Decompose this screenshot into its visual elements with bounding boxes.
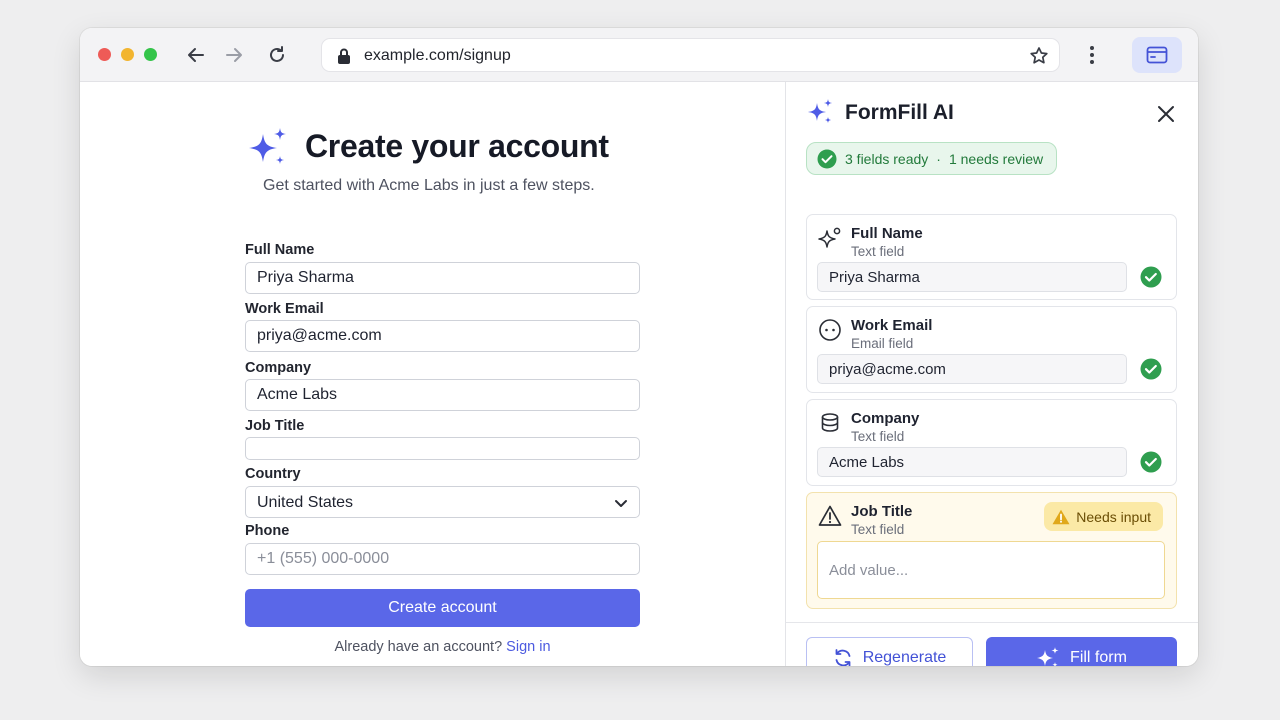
browser-toolbar: example.com/signup	[80, 28, 1198, 82]
window-minimize-button[interactable]	[121, 48, 134, 61]
browser-window: example.com/signup Create your account G…	[80, 28, 1198, 666]
sparkle-icon	[246, 126, 290, 175]
panel-title: FormFill AI	[845, 101, 954, 125]
signin-row: Already have an account? Sign in	[245, 639, 640, 655]
card-field-type: Text field	[851, 244, 904, 259]
company-icon	[818, 411, 842, 435]
field-card-work-email[interactable]: Work Email Email field priya@acme.com	[806, 306, 1177, 393]
refresh-icon	[833, 648, 853, 667]
warning-icon	[1052, 509, 1070, 525]
country-label: Country	[245, 466, 301, 482]
card-field-type: Email field	[851, 336, 913, 351]
full-name-input[interactable]	[245, 262, 640, 294]
signin-link[interactable]: Sign in	[506, 639, 550, 655]
fill-form-label: Fill form	[1070, 649, 1127, 667]
field-card-full-name[interactable]: Full Name Text field Priya Sharma	[806, 214, 1177, 300]
status-ready-text: 3 fields ready	[845, 151, 928, 167]
card-field-type: Text field	[851, 522, 904, 537]
window-close-button[interactable]	[98, 48, 111, 61]
card-suggested-value[interactable]: Acme Labs	[817, 447, 1127, 477]
forward-arrow-icon[interactable]	[222, 43, 246, 67]
work-email-input[interactable]	[245, 320, 640, 352]
email-icon	[818, 318, 842, 342]
card-field-type: Text field	[851, 429, 904, 444]
window-maximize-button[interactable]	[144, 48, 157, 61]
check-circle-icon	[1140, 451, 1162, 473]
full-name-label: Full Name	[245, 242, 314, 258]
phone-label: Phone	[245, 523, 289, 539]
sparkle-icon	[818, 226, 842, 250]
job-title-label: Job Title	[245, 418, 304, 434]
card-field-name: Company	[851, 410, 919, 427]
side-panel-toggle-button[interactable]	[1132, 37, 1182, 73]
field-card-job-title[interactable]: Job Title Text field Needs input	[806, 492, 1177, 609]
needs-input-text: Needs input	[1076, 509, 1151, 525]
work-email-label: Work Email	[245, 301, 324, 317]
regenerate-label: Regenerate	[863, 649, 947, 667]
signin-prompt: Already have an account?	[334, 639, 502, 655]
star-icon[interactable]	[1029, 46, 1049, 71]
needs-input-badge: Needs input	[1044, 502, 1163, 531]
status-review-text: 1 needs review	[949, 151, 1043, 167]
company-input[interactable]	[245, 379, 640, 411]
warning-icon	[818, 504, 842, 528]
url-text[interactable]: example.com/signup	[364, 47, 511, 65]
status-separator: ·	[936, 151, 941, 167]
footer-divider	[786, 622, 1198, 623]
create-account-button[interactable]: Create account	[245, 589, 640, 627]
country-select-value: United States	[257, 494, 353, 512]
sparkle-icon	[806, 98, 834, 131]
check-circle-icon	[1140, 266, 1162, 288]
back-arrow-icon[interactable]	[184, 43, 208, 67]
job-title-value-input[interactable]	[817, 541, 1165, 599]
card-field-name: Work Email	[851, 317, 932, 334]
close-icon[interactable]	[1154, 102, 1178, 126]
card-suggested-value[interactable]: Priya Sharma	[817, 262, 1127, 292]
company-label: Company	[245, 360, 311, 376]
chevron-down-icon	[613, 495, 629, 516]
card-field-name: Full Name	[851, 225, 923, 242]
page-title: Create your account	[305, 128, 609, 165]
field-card-company[interactable]: Company Text field Acme Labs	[806, 399, 1177, 486]
side-panel-icon	[1146, 46, 1168, 64]
check-circle-icon	[1140, 358, 1162, 380]
formfill-side-panel: FormFill AI 3 fields ready · 1 needs rev…	[785, 82, 1198, 666]
more-vertical-icon[interactable]	[1080, 43, 1104, 67]
job-title-input[interactable]	[245, 437, 640, 460]
check-circle-icon	[817, 149, 837, 169]
fill-form-button[interactable]: Fill form	[986, 637, 1177, 666]
reload-icon[interactable]	[265, 43, 289, 67]
card-field-name: Job Title	[851, 503, 912, 520]
page-subtitle: Get started with Acme Labs in just a few…	[263, 177, 595, 195]
regenerate-button[interactable]: Regenerate	[806, 637, 973, 666]
sparkle-icon	[1036, 646, 1060, 667]
phone-input[interactable]	[245, 543, 640, 575]
card-suggested-value[interactable]: priya@acme.com	[817, 354, 1127, 384]
status-summary-badge: 3 fields ready · 1 needs review	[806, 142, 1057, 175]
address-bar[interactable]: example.com/signup	[321, 38, 1060, 72]
lock-icon	[336, 47, 352, 70]
signup-page: Create your account Get started with Acm…	[80, 82, 785, 666]
country-select[interactable]: United States	[245, 486, 640, 518]
